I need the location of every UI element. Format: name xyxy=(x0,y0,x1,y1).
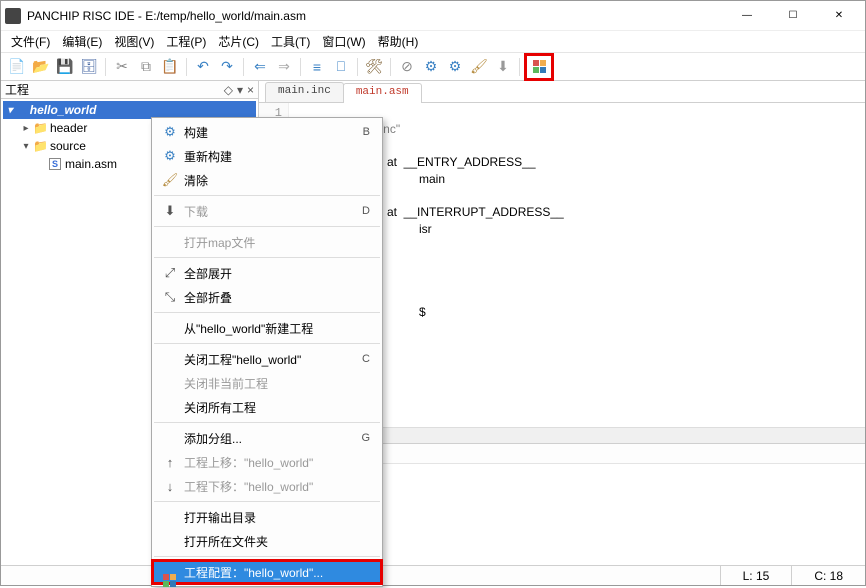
copy-icon[interactable]: ⧉ xyxy=(136,57,156,77)
sidebar-title: 工程 xyxy=(5,81,29,98)
separator xyxy=(154,501,380,502)
tree-item-label: main.asm xyxy=(65,157,117,171)
project-icon: ⚙ xyxy=(17,103,28,117)
arrow-up-icon: ↑ xyxy=(160,455,180,470)
gear-icon: ⚙ xyxy=(160,148,180,164)
toggle-b-icon[interactable]: ⎕ xyxy=(331,57,351,77)
menu-window[interactable]: 窗口(W) xyxy=(316,31,371,52)
status-bar: L: 15 C: 18 xyxy=(1,565,865,585)
expand-arrow-icon[interactable]: ▾ xyxy=(3,105,17,116)
ctx-expand-all[interactable]: ⤢ 全部展开 xyxy=(152,261,382,285)
cube-icon xyxy=(533,60,546,73)
undo-icon[interactable]: ↶ xyxy=(193,57,213,77)
collapse-icon: ⤡ xyxy=(160,289,180,305)
redo-icon[interactable]: ↷ xyxy=(217,57,237,77)
stop-icon[interactable]: ⊘ xyxy=(397,57,417,77)
collapse-arrow-icon[interactable]: ▸ xyxy=(19,123,33,134)
minimize-button[interactable]: — xyxy=(725,2,769,30)
ctx-close-project[interactable]: 关闭工程"hello_world" C xyxy=(152,347,382,371)
menu-chip[interactable]: 芯片(C) xyxy=(212,31,265,52)
tree-item-label: source xyxy=(50,139,86,153)
folder-icon: 📁 xyxy=(33,121,48,135)
ctx-download[interactable]: ⬇ 下载 D xyxy=(152,199,382,223)
status-line: L: 15 xyxy=(720,566,792,585)
app-logo-icon xyxy=(5,8,21,24)
ctx-add-group[interactable]: 添加分组... G xyxy=(152,426,382,450)
paste-icon[interactable]: 📋 xyxy=(160,57,180,77)
menubar: 文件(F) 编辑(E) 视图(V) 工程(P) 芯片(C) 工具(T) 窗口(W… xyxy=(1,31,865,53)
arrow-down-icon: ↓ xyxy=(160,479,180,494)
rebuild-gear-icon[interactable]: ⚙ xyxy=(445,57,465,77)
ctx-close-other[interactable]: 关闭非当前工程 xyxy=(152,371,382,395)
separator xyxy=(154,343,380,344)
save-icon[interactable]: 💾 xyxy=(55,57,75,77)
tools-icon[interactable]: 🛠 xyxy=(364,57,384,77)
close-button[interactable]: ✕ xyxy=(817,2,861,30)
build-gear-icon[interactable]: ⚙ xyxy=(421,57,441,77)
ctx-build[interactable]: ⚙ 构建 B xyxy=(152,120,382,144)
ctx-move-down[interactable]: ↓ 工程下移："hello_world" xyxy=(152,474,382,498)
ctx-open-folder[interactable]: 打开所在文件夹 xyxy=(152,529,382,553)
titlebar: PANCHIP RISC IDE - E:/temp/hello_world/m… xyxy=(1,1,865,31)
cut-icon[interactable]: ✂ xyxy=(112,57,132,77)
chevron-down-icon[interactable]: ▾ xyxy=(237,83,243,97)
project-context-menu: ⚙ 构建 B ⚙ 重新构建 🖌 清除 ⬇ 下载 D 打开map文件 ⤢ 全部展开… xyxy=(151,117,383,587)
ctx-open-map[interactable]: 打开map文件 xyxy=(152,230,382,254)
ctx-close-all[interactable]: 关闭所有工程 xyxy=(152,395,382,419)
download-icon: ⬇ xyxy=(160,203,180,219)
separator xyxy=(154,422,380,423)
menu-help[interactable]: 帮助(H) xyxy=(372,31,425,52)
asm-file-icon: S xyxy=(49,158,61,170)
nav-fwd-icon[interactable]: ⇒ xyxy=(274,57,294,77)
menu-project[interactable]: 工程(P) xyxy=(160,31,212,52)
editor-tabbar: main.inc main.asm xyxy=(259,81,865,103)
sidebar-close-icon[interactable]: × xyxy=(247,83,254,97)
menu-view[interactable]: 视图(V) xyxy=(108,31,160,52)
expand-icon: ⤢ xyxy=(160,265,180,281)
maximize-button[interactable]: ☐ xyxy=(771,2,815,30)
status-col: C: 18 xyxy=(791,566,865,585)
ctx-move-up[interactable]: ↑ 工程上移："hello_world" xyxy=(152,450,382,474)
expand-arrow-icon[interactable]: ▾ xyxy=(19,141,33,152)
ctx-new-from[interactable]: 从"hello_world"新建工程 xyxy=(152,316,382,340)
gear-icon: ⚙ xyxy=(160,124,180,140)
tab-main-inc[interactable]: main.inc xyxy=(265,82,344,102)
separator xyxy=(154,195,380,196)
tree-root-label: hello_world xyxy=(30,103,97,117)
sidebar-header: 工程 ◇ ▾ × xyxy=(1,81,258,99)
ctx-open-output-dir[interactable]: 打开输出目录 xyxy=(152,505,382,529)
project-config-icon[interactable] xyxy=(526,55,552,79)
menu-tool[interactable]: 工具(T) xyxy=(265,31,316,52)
folder-icon: 📁 xyxy=(33,139,48,153)
ctx-rebuild[interactable]: ⚙ 重新构建 xyxy=(152,144,382,168)
menu-edit[interactable]: 编辑(E) xyxy=(56,31,108,52)
tab-main-asm[interactable]: main.asm xyxy=(343,83,422,103)
ctx-project-config[interactable]: 工程配置："hello_world"... xyxy=(152,560,382,584)
separator xyxy=(154,556,380,557)
separator xyxy=(154,257,380,258)
brush-icon: 🖌 xyxy=(160,172,180,188)
save-all-icon[interactable]: 🗄 xyxy=(79,57,99,77)
toggle-a-icon[interactable]: ≡ xyxy=(307,57,327,77)
toolbar: 📄 📂 💾 🗄 ✂ ⧉ 📋 ↶ ↷ ⇐ ⇒ ≡ ⎕ 🛠 ⊘ ⚙ ⚙ 🖌 ⬇ xyxy=(1,53,865,81)
window-title: PANCHIP RISC IDE - E:/temp/hello_world/m… xyxy=(27,9,725,23)
tree-item-label: header xyxy=(50,121,87,135)
open-folder-icon[interactable]: 📂 xyxy=(31,57,51,77)
clean-brush-icon[interactable]: 🖌 xyxy=(469,57,489,77)
sidebar-options-icon[interactable]: ◇ xyxy=(224,83,233,97)
main-area: 工程 ◇ ▾ × ▾ ⚙ hello_world ▸ 📁 header ▾ 📁 … xyxy=(1,81,865,543)
separator xyxy=(154,226,380,227)
download-icon[interactable]: ⬇ xyxy=(493,57,513,77)
ctx-collapse-all[interactable]: ⤡ 全部折叠 xyxy=(152,285,382,309)
separator xyxy=(154,312,380,313)
nav-back-icon[interactable]: ⇐ xyxy=(250,57,270,77)
new-file-icon[interactable]: 📄 xyxy=(7,57,27,77)
menu-file[interactable]: 文件(F) xyxy=(5,31,56,52)
ctx-clean[interactable]: 🖌 清除 xyxy=(152,168,382,192)
